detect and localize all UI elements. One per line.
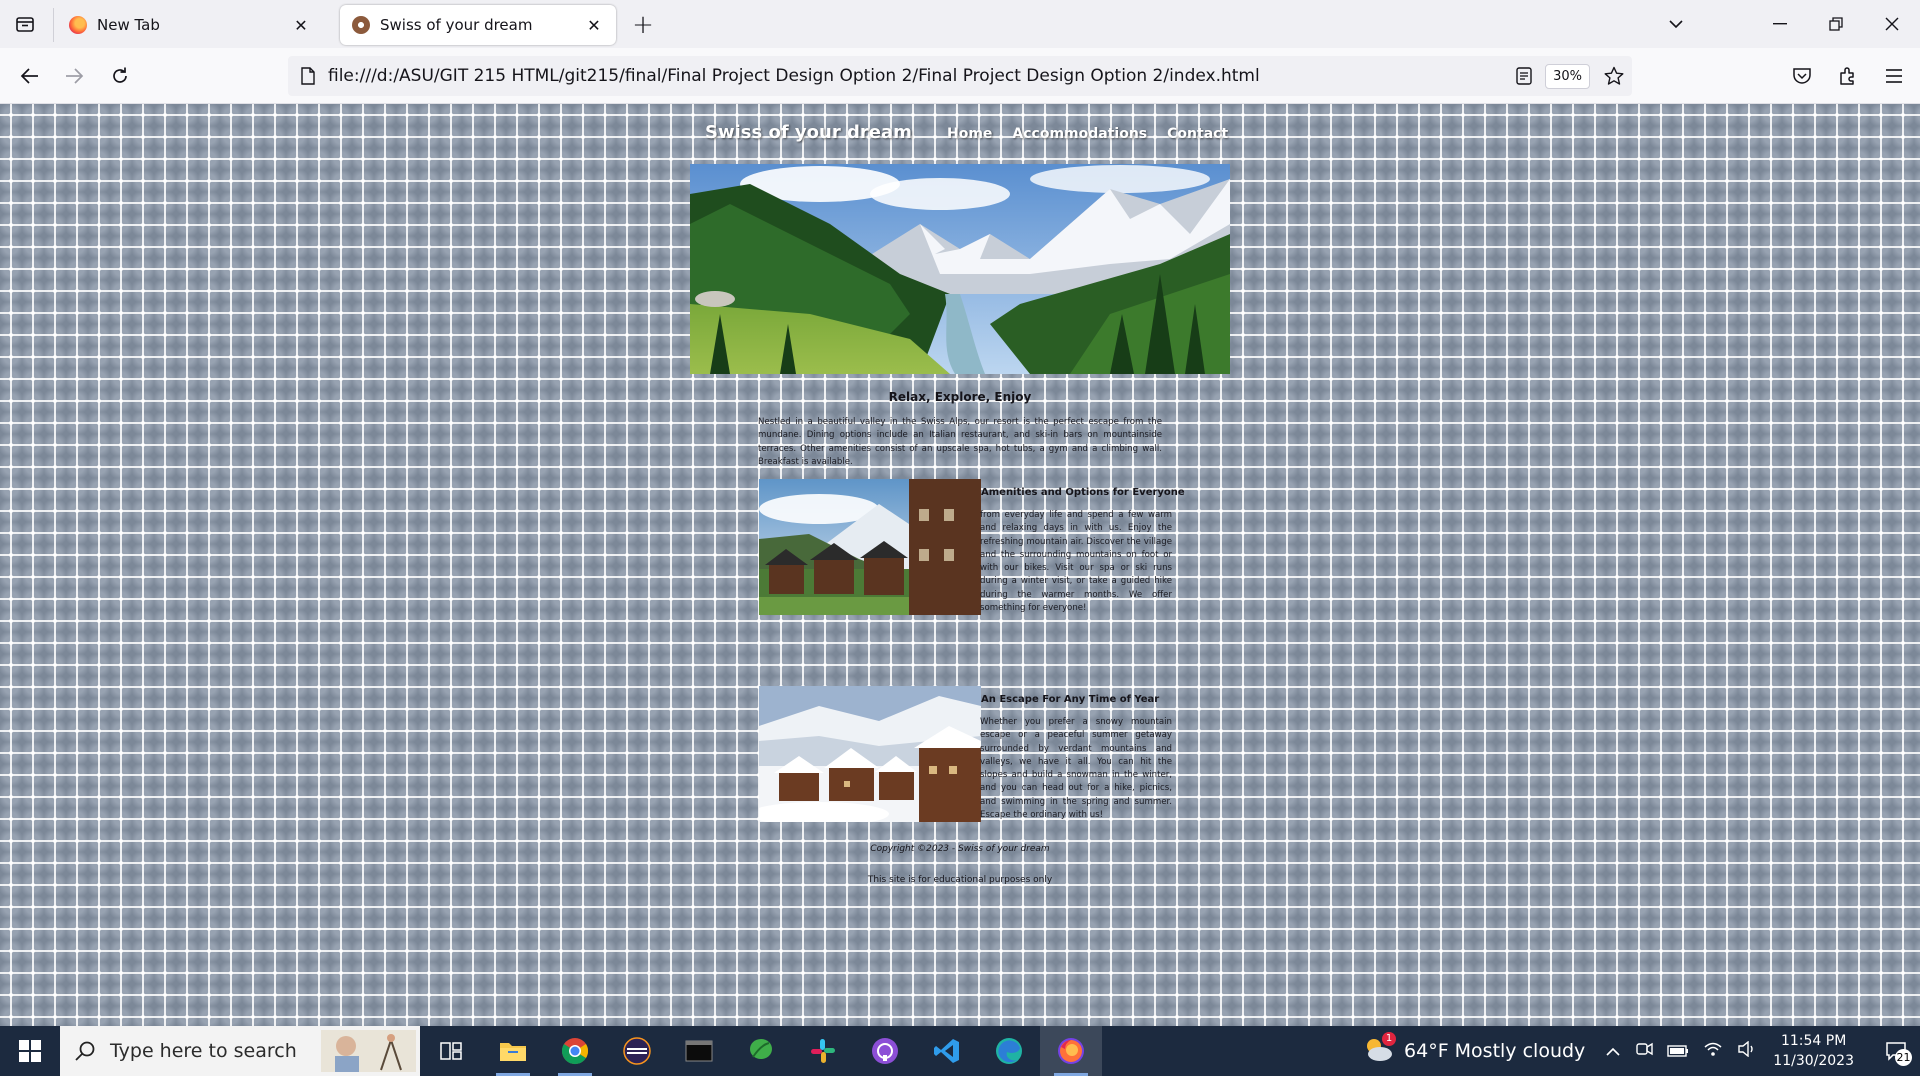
footer-copyright: Copyright ©2023 - Swiss of your dream bbox=[870, 844, 1050, 854]
clock-time: 11:54 PM bbox=[1780, 1033, 1847, 1049]
tab-overview-icon bbox=[16, 17, 34, 32]
hero-image-alpine-valley bbox=[690, 164, 1230, 374]
tagline-heading: Relax, Explore, Enjoy bbox=[888, 390, 1032, 404]
footer-disclaimer: This site is for educational purposes on… bbox=[867, 875, 1053, 885]
site-title: Swiss of your dream bbox=[705, 122, 912, 143]
tab-strip: New Tab ✕ Swiss of your dream ✕ + bbox=[0, 0, 1920, 48]
chevron-up-icon[interactable] bbox=[1605, 1042, 1621, 1061]
close-window-icon[interactable] bbox=[1864, 0, 1920, 48]
hamburger-menu-icon[interactable] bbox=[1878, 60, 1910, 92]
restore-icon[interactable] bbox=[1808, 0, 1864, 48]
eclipse-icon[interactable] bbox=[606, 1026, 668, 1076]
village-winter-photo bbox=[759, 686, 981, 822]
tab-swiss-of-your-dream[interactable]: Swiss of your dream ✕ bbox=[340, 5, 616, 45]
toolbar-right bbox=[1786, 60, 1910, 92]
page-viewport[interactable]: Swiss of your dream Home Accommodations … bbox=[0, 104, 1920, 1026]
notification-center-icon[interactable]: 21 bbox=[1872, 1026, 1920, 1076]
feature-text: from everyday life and spend a few warm … bbox=[980, 510, 1172, 614]
tray-icons bbox=[1605, 1040, 1757, 1061]
github-desktop-icon[interactable] bbox=[854, 1026, 916, 1076]
terminal-icon[interactable] bbox=[668, 1026, 730, 1076]
weather-widget[interactable]: 1 64°F Mostly cloudy bbox=[1362, 1031, 1586, 1067]
extensions-puzzle-icon[interactable] bbox=[1832, 60, 1864, 92]
list-all-tabs-chevron-icon[interactable] bbox=[1648, 0, 1704, 48]
weather-alert-badge: 1 bbox=[1382, 1031, 1397, 1046]
feature-text: Whether you prefer a snowy mountain esca… bbox=[980, 717, 1172, 821]
tab-title: New Tab bbox=[97, 16, 160, 34]
edge-icon[interactable] bbox=[978, 1026, 1040, 1076]
clock-date: 11/30/2023 bbox=[1773, 1053, 1854, 1069]
zoom-level-button[interactable]: 30% bbox=[1545, 63, 1590, 89]
wifi-icon[interactable] bbox=[1703, 1041, 1723, 1061]
taskbar-search-box[interactable]: Type here to search bbox=[60, 1026, 420, 1076]
sourcetree-icon[interactable] bbox=[730, 1026, 792, 1076]
search-icon bbox=[75, 1041, 95, 1061]
firefox-icon[interactable] bbox=[1040, 1026, 1102, 1076]
vscode-icon[interactable] bbox=[916, 1026, 978, 1076]
meet-now-icon[interactable] bbox=[1635, 1041, 1653, 1061]
weather-text: 64°F Mostly cloudy bbox=[1404, 1040, 1586, 1062]
feature-title: Amenities and Options for Everyone bbox=[981, 487, 1185, 498]
feature-title: An Escape For Any Time of Year bbox=[981, 694, 1160, 705]
feature-escape: An Escape For Any Time of Year Whether y… bbox=[759, 686, 1172, 826]
back-arrow-icon[interactable] bbox=[14, 60, 46, 92]
chrome-icon[interactable] bbox=[544, 1026, 606, 1076]
url-text[interactable]: file:///d:/ASU/GIT 215 HTML/git215/final… bbox=[328, 66, 1509, 86]
notification-count-badge: 21 bbox=[1895, 1049, 1912, 1066]
tab-list-button[interactable] bbox=[10, 10, 40, 38]
bookmark-star-icon[interactable] bbox=[1596, 66, 1632, 86]
site-header: Swiss of your dream Home Accommodations … bbox=[690, 114, 1230, 154]
new-tab-button[interactable]: + bbox=[628, 10, 658, 40]
tab-title: Swiss of your dream bbox=[380, 16, 533, 34]
cloudy-weather-icon: 1 bbox=[1362, 1031, 1397, 1067]
reload-icon[interactable] bbox=[104, 60, 136, 92]
close-tab-icon[interactable]: ✕ bbox=[584, 15, 604, 35]
system-tray: 1 64°F Mostly cloudy 11:54 PM 11/30/2023… bbox=[1362, 1026, 1920, 1076]
nav-link-home[interactable]: Home bbox=[947, 126, 992, 142]
search-placeholder: Type here to search bbox=[110, 1040, 297, 1062]
slack-icon[interactable] bbox=[792, 1026, 854, 1076]
address-bar[interactable]: file:///d:/ASU/GIT 215 HTML/git215/final… bbox=[288, 56, 1632, 96]
window-controls bbox=[1648, 0, 1920, 48]
nav-link-accommodations[interactable]: Accommodations bbox=[1012, 126, 1147, 142]
close-tab-icon[interactable]: ✕ bbox=[291, 15, 311, 35]
village-summer-photo bbox=[759, 479, 981, 615]
pocket-icon[interactable] bbox=[1786, 60, 1818, 92]
minimize-icon[interactable] bbox=[1752, 0, 1808, 48]
intro-paragraph: Nestled in a beautiful valley in the Swi… bbox=[758, 417, 1162, 467]
feature-amenities: Amenities and Options for Everyone from … bbox=[759, 479, 1185, 619]
pinned-apps bbox=[420, 1026, 1102, 1076]
clock[interactable]: 11:54 PM 11/30/2023 bbox=[1773, 1031, 1854, 1071]
site-favicon bbox=[352, 16, 370, 34]
search-highlight-illustration bbox=[321, 1030, 416, 1072]
windows-taskbar: Type here to search 1 64°F Mostly cloudy… bbox=[0, 1026, 1920, 1076]
navigation-toolbar: file:///d:/ASU/GIT 215 HTML/git215/final… bbox=[0, 48, 1920, 104]
forward-arrow-icon[interactable] bbox=[58, 60, 90, 92]
reader-view-icon[interactable] bbox=[1509, 67, 1539, 85]
tab-new-tab[interactable]: New Tab ✕ bbox=[57, 5, 323, 45]
volume-icon[interactable] bbox=[1737, 1040, 1757, 1061]
site-nav: Home Accommodations Contact bbox=[947, 126, 1228, 142]
firefox-icon bbox=[69, 16, 87, 34]
file-explorer-icon[interactable] bbox=[482, 1026, 544, 1076]
nav-link-contact[interactable]: Contact bbox=[1167, 126, 1228, 142]
battery-icon[interactable] bbox=[1667, 1042, 1689, 1061]
tab-divider bbox=[53, 8, 54, 42]
windows-start-icon[interactable] bbox=[0, 1026, 60, 1076]
task-view-icon[interactable] bbox=[420, 1026, 482, 1076]
page-icon bbox=[288, 67, 328, 85]
